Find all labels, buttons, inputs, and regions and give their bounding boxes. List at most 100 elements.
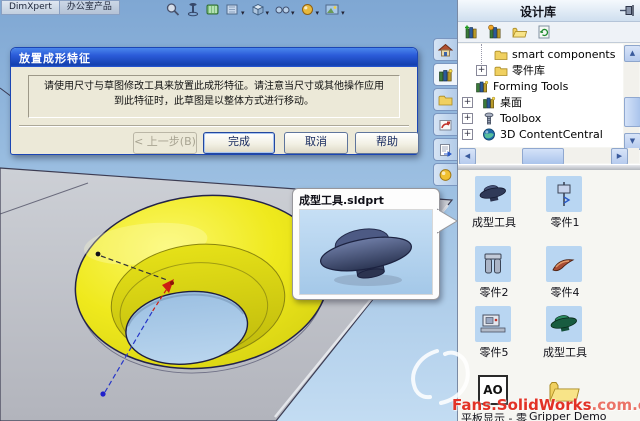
item-folder[interactable] <box>546 372 582 408</box>
add-file-location-button[interactable] <box>486 24 505 41</box>
pin-icon[interactable] <box>619 5 635 16</box>
item-label[interactable]: 平板显示 - 零 <box>458 410 530 421</box>
item-part4[interactable] <box>546 246 582 282</box>
item-forming-tool-1[interactable] <box>475 176 511 212</box>
forming-tool-hat-icon <box>300 210 432 294</box>
tree-item-label[interactable]: 零件库 <box>512 62 545 78</box>
item-label[interactable]: 零件2 <box>458 284 530 300</box>
globe-icon <box>482 128 496 141</box>
tree-item-desktop[interactable]: 桌面 <box>482 94 522 110</box>
tab-view-palette[interactable] <box>433 113 458 136</box>
dropdown-arrow[interactable] <box>315 0 320 19</box>
item-annotation[interactable]: AO <box>475 372 511 408</box>
folder-icon <box>494 48 508 61</box>
view-orientation-pin-button[interactable] <box>185 1 201 17</box>
tab-file-explorer[interactable] <box>433 88 458 111</box>
finish-button[interactable]: 完成 <box>203 132 275 154</box>
glasses-icon <box>274 2 290 17</box>
apply-scene-button[interactable] <box>323 1 346 17</box>
tree-vscroll-thumb[interactable] <box>624 97 640 127</box>
tab-dimxpert[interactable]: DimXpert <box>1 0 60 15</box>
panel-header: 设计库 <box>458 0 640 22</box>
part5-icon <box>479 312 507 336</box>
tooltip-preview-image <box>299 209 433 295</box>
appearance-ball-icon <box>300 2 315 17</box>
tree-item-toolbox[interactable]: Toolbox <box>482 110 541 126</box>
section-view-button[interactable] <box>204 1 221 17</box>
item-part2[interactable] <box>475 246 511 282</box>
library-items: 成型工具 零件1 零件2 零件4 零件5 成型工具 AO <box>458 170 640 421</box>
tab-solidworks-resources[interactable] <box>433 38 458 61</box>
design-library-books-icon <box>482 96 496 109</box>
tree-item-label[interactable]: 桌面 <box>500 94 522 110</box>
folder-icon <box>494 64 508 77</box>
dialog-separator <box>19 125 409 127</box>
tree-item-label[interactable]: Forming Tools <box>493 80 568 93</box>
tree-item-smart-components[interactable]: smart components <box>494 46 615 62</box>
expander-parts-library[interactable]: + <box>476 65 487 76</box>
item-forming-tool-2[interactable] <box>546 306 582 342</box>
back-button[interactable]: < 上一步(B) <box>133 132 197 154</box>
tree-item-label[interactable]: smart components <box>512 48 615 61</box>
tree-scroll-right-button[interactable]: ▶ <box>611 148 628 165</box>
task-pane-tabs <box>433 38 458 188</box>
edit-appearance-button[interactable] <box>299 1 321 17</box>
expander-toolbox[interactable]: + <box>462 113 473 124</box>
sketch-point-red[interactable] <box>170 281 174 285</box>
dropdown-arrow[interactable] <box>290 0 295 19</box>
item-label[interactable]: 成型工具 <box>529 344 601 360</box>
display-style-button[interactable] <box>249 1 271 17</box>
tree-item-label[interactable]: 3D ContentCentral <box>500 128 603 141</box>
dropdown-arrow[interactable] <box>265 0 270 19</box>
zoom-fit-button[interactable] <box>164 1 182 17</box>
tree-item-label[interactable]: Toolbox <box>500 112 541 125</box>
folder-large-icon <box>548 377 580 403</box>
tab-office-products[interactable]: 办公室产品 <box>60 0 120 15</box>
tree-item-3dcontentcentral[interactable]: 3D ContentCentral <box>482 126 603 142</box>
refresh-icon <box>536 24 552 40</box>
add-to-library-icon <box>463 24 480 40</box>
expander-3dcontentcentral[interactable]: + <box>462 129 473 140</box>
section-view-icon <box>205 2 220 17</box>
sketch-point-black[interactable] <box>96 252 101 257</box>
cancel-button[interactable]: 取消 <box>284 132 348 154</box>
tab-custom-properties[interactable] <box>433 138 458 161</box>
tree-scroll-up-button[interactable]: ▲ <box>624 45 640 62</box>
command-tabs: DimXpert 办公室产品 <box>1 0 120 15</box>
dropdown-arrow[interactable] <box>340 0 345 19</box>
toolbox-bolt-icon <box>482 112 496 125</box>
create-new-folder-button[interactable] <box>510 24 529 41</box>
library-tree: smart components + 零件库 Forming Tools + 桌… <box>458 44 623 147</box>
hide-show-items-button[interactable] <box>273 1 296 17</box>
refresh-button[interactable] <box>534 24 553 41</box>
tree-hscroll-thumb[interactable] <box>522 148 564 165</box>
tab-document-recovery[interactable] <box>433 163 458 186</box>
part1-icon <box>552 181 576 207</box>
item-label[interactable]: 零件1 <box>529 214 601 230</box>
item-label[interactable]: 零件4 <box>529 284 601 300</box>
zoom-fit-icon <box>165 2 181 17</box>
dropdown-arrow[interactable] <box>240 0 245 19</box>
tree-item-parts-library[interactable]: 零件库 <box>494 62 545 78</box>
tree-item-forming-tools[interactable]: Forming Tools <box>475 78 568 94</box>
tree-scroll-left-button[interactable]: ◀ <box>459 148 476 165</box>
design-library-books-icon <box>475 80 489 93</box>
view-selector-button[interactable] <box>224 1 246 17</box>
item-part1[interactable] <box>546 176 582 212</box>
place-forming-feature-dialog: 放置成形特征 请使用尺寸与草图修改工具来放置此成形特征。请注意当尺寸或其他操作应… <box>10 47 418 155</box>
folder-icon <box>438 93 453 107</box>
item-label[interactable]: 成型工具 <box>458 214 530 230</box>
part4-icon <box>551 254 577 274</box>
books-icon <box>438 68 453 82</box>
item-label[interactable]: 零件5 <box>458 344 530 360</box>
sketch-point-blue[interactable] <box>100 391 105 396</box>
panel-toolbar <box>458 22 640 43</box>
view-palette-icon <box>438 118 453 132</box>
tab-design-library[interactable] <box>433 63 458 86</box>
help-button[interactable]: 帮助 <box>355 132 419 154</box>
add-to-library-button[interactable] <box>462 24 481 41</box>
item-label[interactable]: Gripper Demo <box>529 410 601 421</box>
item-part5[interactable] <box>475 306 511 342</box>
expander-desktop[interactable]: + <box>462 97 473 108</box>
heads-up-toolbar <box>164 1 346 17</box>
